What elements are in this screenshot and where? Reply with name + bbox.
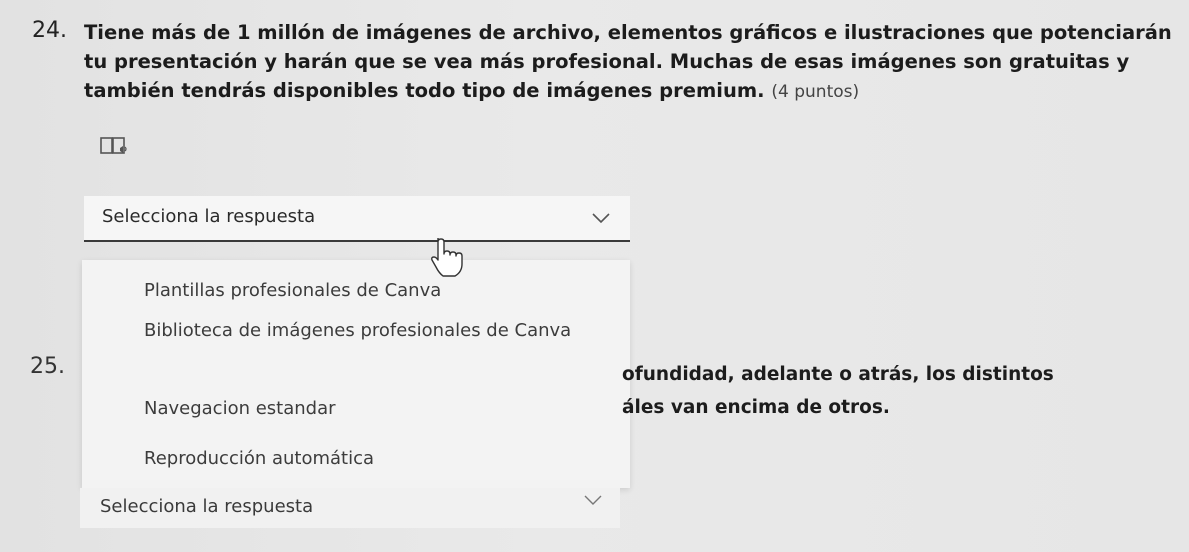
answer-select-25[interactable]: Selecciona la respuesta <box>80 488 620 528</box>
chevron-down-icon <box>592 213 610 224</box>
question-25-number: 25. <box>30 354 65 379</box>
answer-select-24[interactable]: Selecciona la respuesta <box>84 196 630 242</box>
question-24-body: Tiene más de 1 millón de imágenes de arc… <box>84 21 1172 102</box>
option-reproduccion[interactable]: Reproducción automática <box>144 444 614 474</box>
hand-pointer-icon <box>431 238 463 277</box>
question-24-number: 24. <box>32 18 67 43</box>
select-placeholder: Selecciona la respuesta <box>100 496 314 517</box>
chevron-down-icon <box>584 495 602 505</box>
question-25-line2: áles van encima de otros. <box>622 397 890 418</box>
option-biblioteca[interactable]: Biblioteca de imágenes profesionales de … <box>144 316 614 346</box>
question-25-text: ofundidad, adelante o atrás, los distint… <box>622 358 1054 424</box>
question-24-text: Tiene más de 1 millón de imágenes de arc… <box>84 18 1174 107</box>
question-25-line1: ofundidad, adelante o atrás, los distint… <box>622 364 1054 385</box>
question-24-points: (4 puntos) <box>771 82 860 102</box>
immersive-reader-icon[interactable] <box>100 136 130 156</box>
select-placeholder: Selecciona la respuesta <box>102 206 316 227</box>
answer-options-list: Plantillas profesionales de Canva Biblio… <box>82 260 630 488</box>
option-plantillas[interactable]: Plantillas profesionales de Canva <box>144 276 614 306</box>
option-navegacion[interactable]: Navegacion estandar <box>144 394 614 424</box>
